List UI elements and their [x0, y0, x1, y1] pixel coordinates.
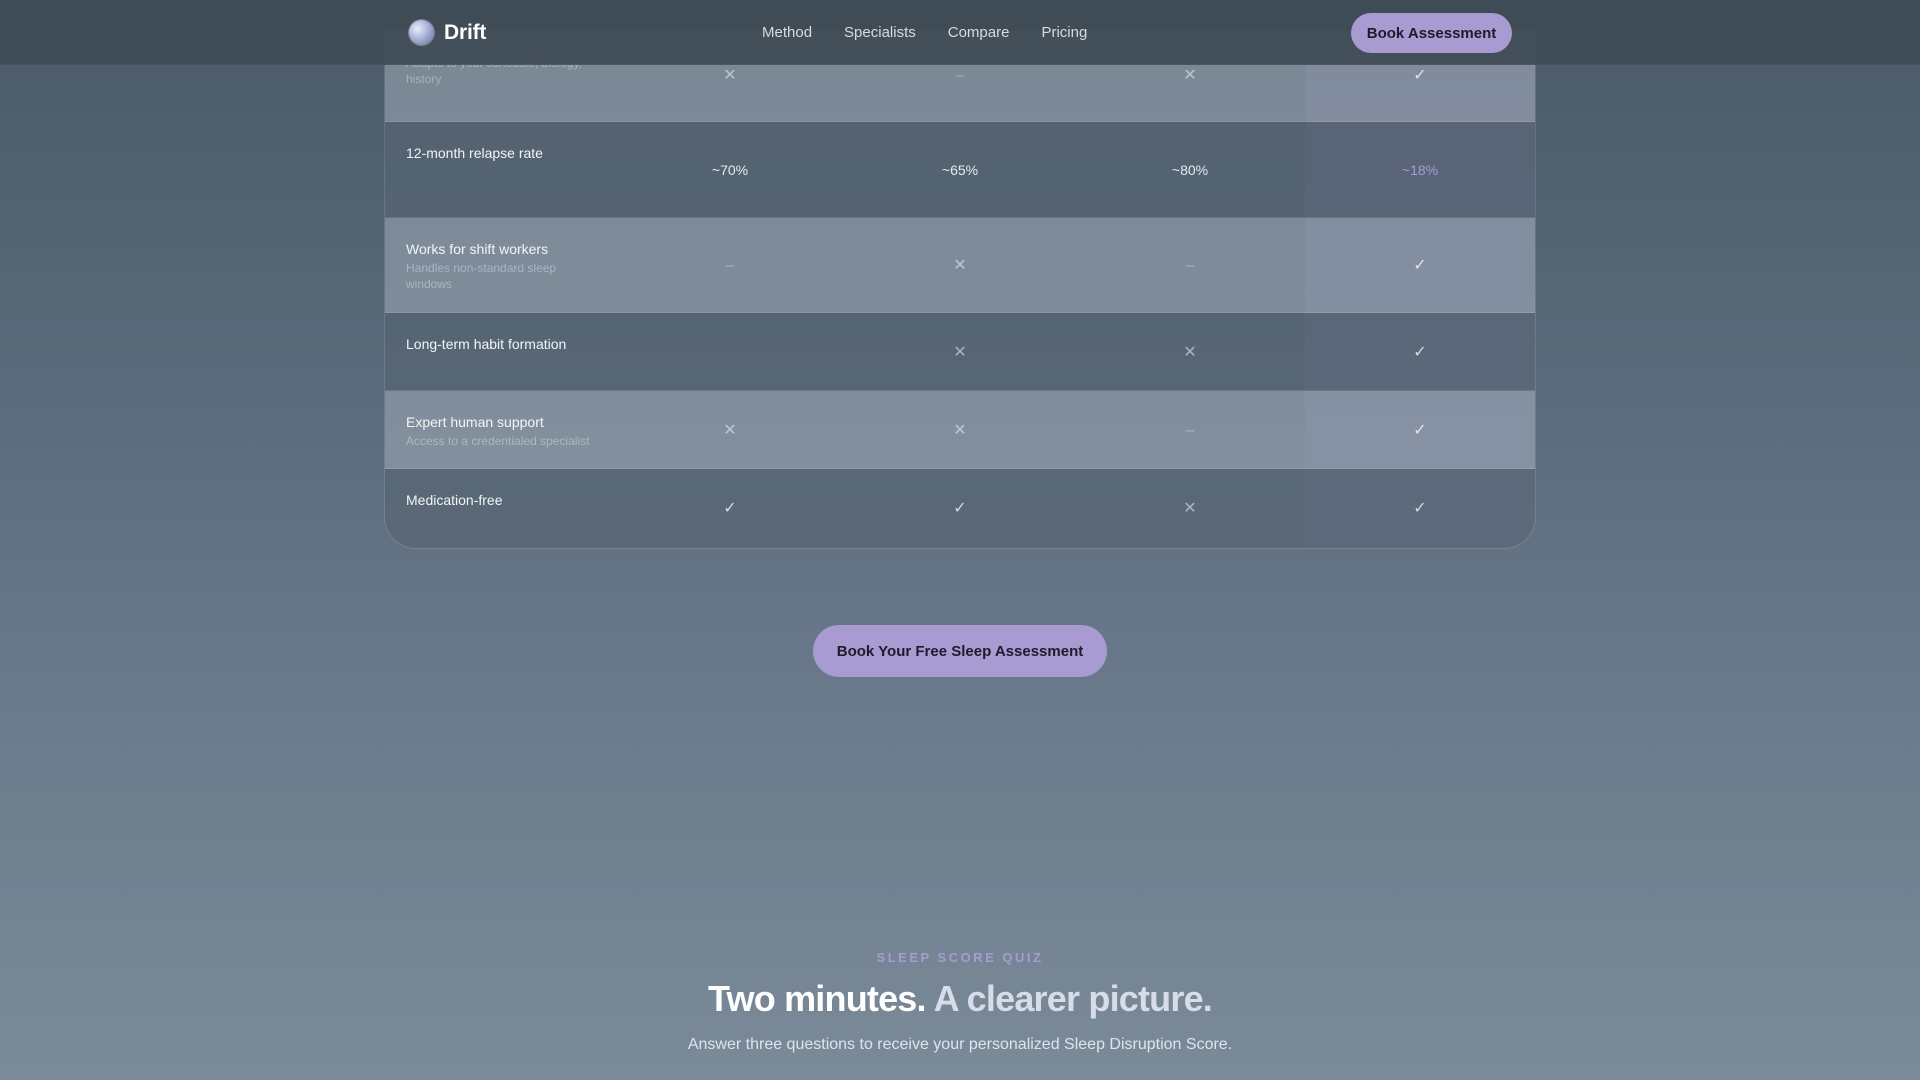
check-icon: ✓ — [953, 500, 967, 517]
nav-link-specialists[interactable]: Specialists — [844, 24, 916, 41]
relapse-rate-value: ~65% — [941, 162, 979, 178]
dash-icon: – — [1185, 257, 1195, 274]
comparison-cell: ✓ — [1305, 344, 1535, 361]
check-icon: ✓ — [1413, 500, 1427, 517]
comparison-cell: ✕ — [1075, 500, 1305, 517]
feature-label: Long-term habit formation — [406, 335, 596, 353]
check-icon: ✓ — [1413, 257, 1427, 274]
quiz-headline-strong: Two minutes. — [707, 978, 927, 1019]
feature-label: Works for shift workers Handles non-stand… — [406, 240, 596, 292]
comparison-cell: ✓ — [1305, 422, 1535, 439]
cross-icon: ✕ — [953, 257, 967, 274]
comparison-cell: ✓ — [1305, 257, 1535, 274]
feature-subtitle: Handles non-standard sleep windows — [406, 261, 557, 291]
cross-icon: ✕ — [953, 422, 967, 439]
table-row: Medication-free ✓ ✓ ✕ ✓ — [385, 469, 1535, 548]
comparison-cell: ✓ — [845, 500, 1075, 517]
cross-icon: ✕ — [723, 422, 737, 439]
check-icon: ✓ — [1413, 422, 1427, 439]
feature-title: Medication-free — [406, 492, 503, 508]
nav-link-compare[interactable]: Compare — [948, 24, 1010, 41]
nav-link-pricing[interactable]: Pricing — [1041, 24, 1087, 41]
comparison-cell: ✓ — [615, 500, 845, 517]
cross-icon: ✕ — [1183, 67, 1197, 84]
comparison-cell: ~70% — [615, 162, 845, 178]
comparison-cell: ✓ — [1305, 500, 1535, 517]
check-icon: ✓ — [723, 500, 737, 517]
comparison-cell: ✓ — [1305, 67, 1535, 84]
navbar: Drift Method Specialists Compare Pricing… — [0, 0, 1920, 65]
book-free-assessment-button[interactable]: Book Your Free Sleep Assessment — [813, 625, 1107, 677]
comparison-cell: ✕ — [615, 422, 845, 439]
relapse-rate-value: ~18% — [1401, 162, 1439, 178]
moon-logo-icon — [409, 20, 434, 45]
feature-label: Expert human support Access to a credenti… — [406, 413, 596, 449]
comparison-cell: – — [1075, 422, 1305, 439]
comparison-cell: ✕ — [845, 344, 1075, 361]
comparison-cell: – — [1075, 257, 1305, 274]
cross-icon: ✕ — [1183, 344, 1197, 361]
nav-link-method[interactable]: Method — [762, 24, 812, 41]
comparison-cell: ~18% — [1305, 162, 1535, 178]
cross-icon: ✕ — [953, 344, 967, 361]
comparison-table: Adapts to your schedule, biology, histor… — [384, 30, 1536, 549]
comparison-cell: ✕ — [1075, 67, 1305, 84]
comparison-cell: ✕ — [845, 422, 1075, 439]
comparison-cell: ~80% — [1075, 162, 1305, 178]
comparison-cell: ✕ — [615, 67, 845, 84]
comparison-cell: – — [615, 257, 845, 274]
feature-title: 12-month relapse rate — [406, 145, 543, 161]
feature-title: Expert human support — [406, 414, 544, 430]
feature-label: 12-month relapse rate — [406, 144, 596, 162]
table-row: Expert human support Access to a credenti… — [385, 391, 1535, 469]
feature-title: Works for shift workers — [406, 241, 549, 257]
dash-icon: – — [955, 67, 965, 84]
comparison-cell: ~65% — [845, 162, 1075, 178]
feature-title: Long-term habit formation — [406, 336, 567, 352]
book-assessment-button[interactable]: Book Assessment — [1351, 13, 1512, 53]
quiz-eyebrow: SLEEP SCORE QUIZ — [876, 950, 1044, 965]
table-row: 12-month relapse rate ~70% ~65% ~80% ~18% — [385, 122, 1535, 218]
nav-links: Method Specialists Compare Pricing — [762, 24, 1087, 41]
quiz-headline: Two minutes. A clearer picture. — [0, 978, 1920, 1020]
brand[interactable]: Drift — [409, 20, 486, 45]
check-icon: ✓ — [1413, 67, 1427, 84]
feature-subtitle: Access to a credentialed specialist — [406, 434, 590, 448]
dash-icon: – — [725, 257, 735, 274]
cross-icon: ✕ — [1183, 500, 1197, 517]
dash-icon: – — [1185, 422, 1195, 439]
comparison-cell: ✕ — [845, 257, 1075, 274]
quiz-headline-soft: A clearer picture. — [933, 978, 1213, 1019]
check-icon: ✓ — [1413, 344, 1427, 361]
cross-icon: ✕ — [723, 67, 737, 84]
comparison-cell: – — [845, 67, 1075, 84]
table-row: Works for shift workers Handles non-stand… — [385, 218, 1535, 313]
feature-label: Medication-free — [406, 491, 596, 509]
relapse-rate-value: ~80% — [1171, 162, 1209, 178]
brand-name: Drift — [444, 20, 487, 44]
table-row: Long-term habit formation ✕ ✕ ✓ — [385, 313, 1535, 391]
comparison-cell: ✕ — [1075, 344, 1305, 361]
relapse-rate-value: ~70% — [711, 162, 749, 178]
quiz-subline: Answer three questions to receive your p… — [687, 1036, 1233, 1053]
